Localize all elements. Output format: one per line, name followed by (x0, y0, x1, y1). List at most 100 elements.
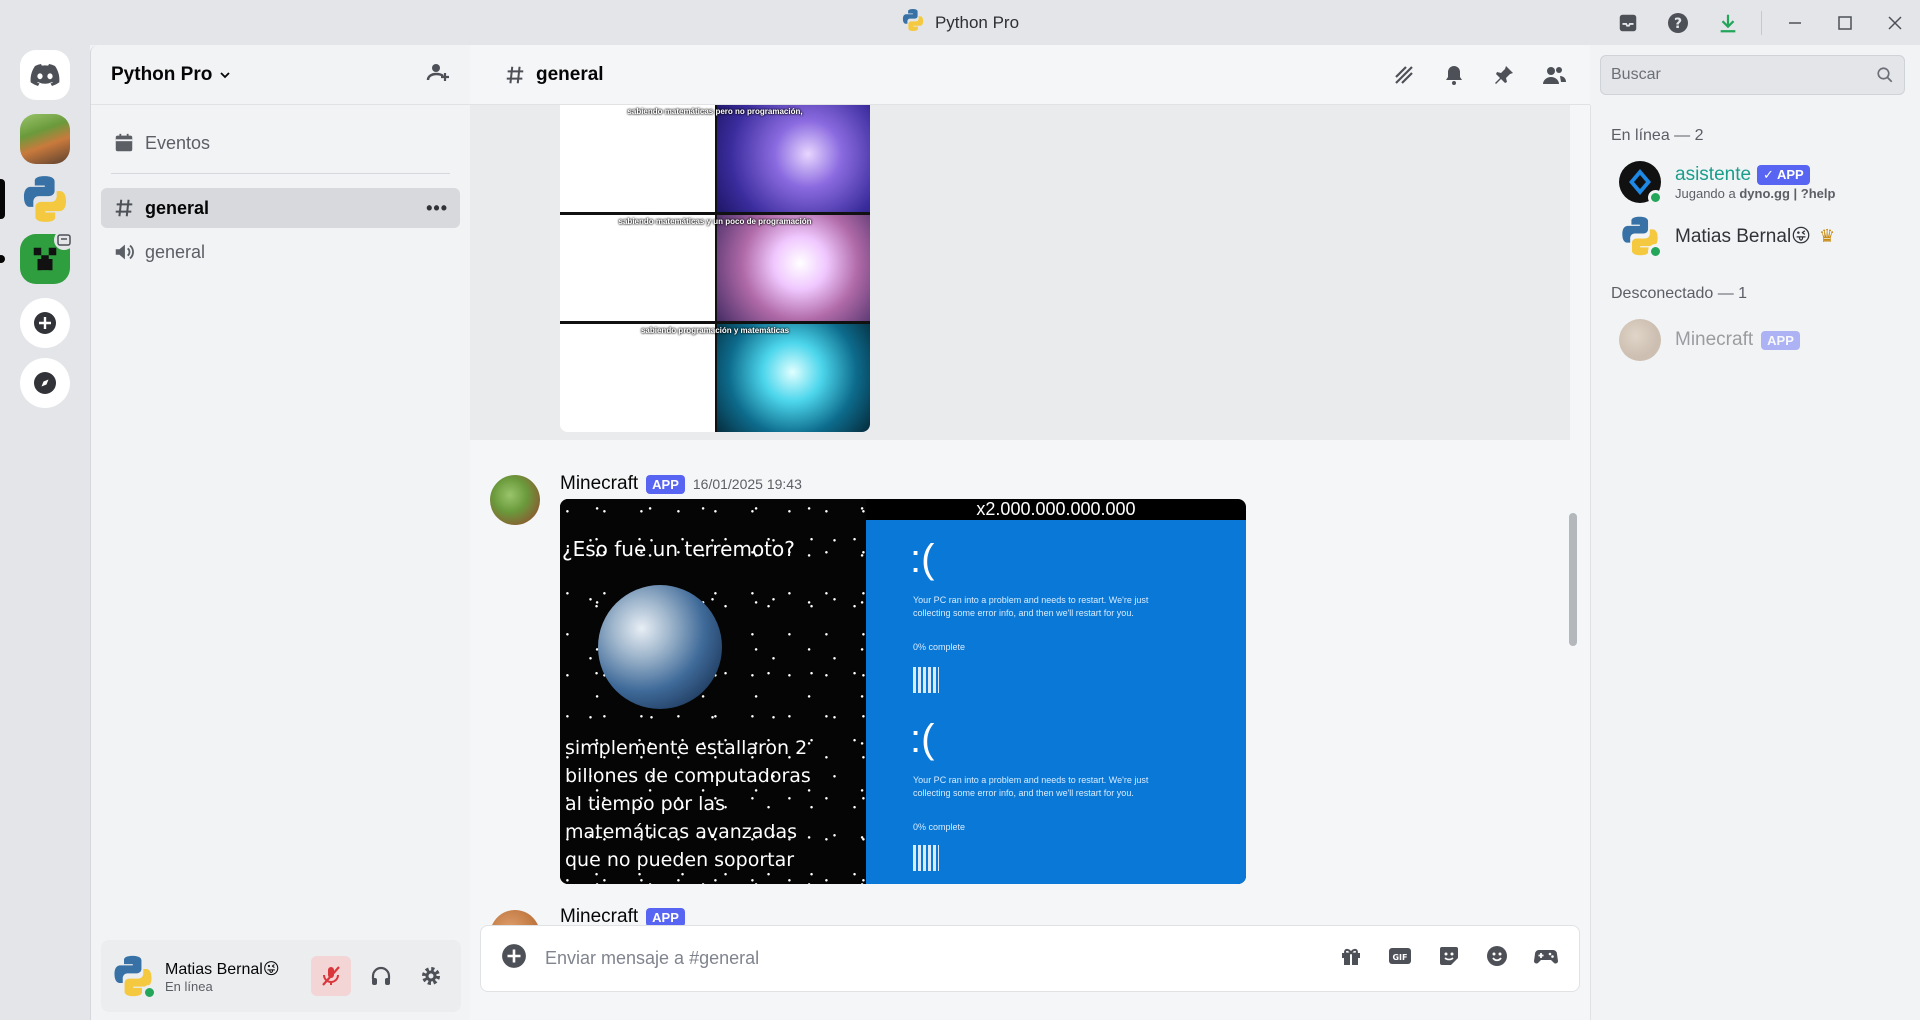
chevron-down-icon (220, 71, 230, 78)
channel-title: general (536, 63, 604, 85)
compass-icon (34, 372, 56, 394)
title-bar: Python Pro ? (0, 0, 1920, 45)
download-icon[interactable] (1703, 0, 1753, 45)
events-label: Eventos (145, 132, 211, 153)
meme-caption-line: matemáticas avanzadas (565, 821, 797, 843)
member-activity: Jugando a dyno.gg | ?help (1675, 186, 1835, 201)
help-icon[interactable]: ? (1653, 0, 1703, 45)
pin-icon[interactable] (1490, 61, 1518, 89)
app-badge: APP (646, 474, 685, 494)
search-input[interactable]: Buscar (1600, 55, 1905, 95)
search-icon (1877, 67, 1893, 83)
scrollbar[interactable] (1569, 513, 1577, 646)
message-input[interactable]: Enviar mensaje a #general (545, 948, 1339, 969)
message-timestamp: 16/01/2025 19:43 (692, 476, 802, 492)
channel-sidebar: Python Pro Eventos general ••• general M… (90, 45, 470, 1020)
avatar[interactable] (490, 475, 540, 525)
qr-code (913, 667, 939, 693)
verified-app-badge: ✓ APP (1757, 164, 1810, 185)
threads-icon[interactable] (1390, 61, 1418, 89)
maximize-icon[interactable] (1820, 0, 1870, 45)
python-logo-icon (901, 8, 925, 37)
channel-item-general-text[interactable]: general ••• (101, 188, 460, 228)
server-python-pro-icon[interactable] (0, 174, 70, 224)
window-title-text: Python Pro (934, 12, 1020, 32)
gift-icon[interactable] (1339, 944, 1363, 973)
member-list: En línea — 2 asistente ✓ APP Jugando a dy… (1590, 105, 1920, 1020)
attach-plus-icon[interactable] (501, 943, 527, 974)
app-badge-text: APP (1776, 167, 1804, 182)
inbox-icon[interactable] (1603, 0, 1653, 45)
member-name: Minecraft (1675, 329, 1754, 350)
earthquake-meme-image[interactable]: x2.000.000.000.000 ¿Eso fue un terremoto… (560, 499, 1246, 884)
bsod-message: Your PC ran into a problem and needs to … (913, 595, 1149, 618)
svg-text:GIF: GIF (1392, 953, 1407, 962)
close-icon[interactable] (1870, 0, 1920, 45)
app-badge: APP (1761, 330, 1800, 350)
discover-button[interactable] (20, 358, 70, 408)
meme-caption-block: simplemente estallaron 2 billones de com… (565, 734, 811, 874)
member-list-icon[interactable] (1540, 61, 1568, 89)
bsod-message: Your PC ran into a problem and needs to … (913, 775, 1149, 798)
chat-main: general sabiendo matemáticas pero no pro… (470, 45, 1590, 1020)
notification-bell-icon[interactable] (1440, 61, 1468, 89)
channel-item-general-voice[interactable]: general (101, 232, 460, 272)
user-name: Matias Bernal😜 (165, 960, 280, 978)
unread-server-pill (0, 255, 5, 263)
user-settings-button[interactable] (411, 956, 451, 996)
meme-caption-line: que no pueden soportar (565, 849, 795, 871)
qr-code (913, 845, 939, 871)
bsod-sad-face: :( (910, 717, 935, 761)
activity-prefix: Jugando a (1675, 185, 1740, 201)
events-link[interactable]: Eventos (101, 123, 460, 163)
deafen-button[interactable] (361, 956, 401, 996)
avatar (1619, 215, 1663, 259)
invite-people-icon[interactable] (426, 60, 450, 89)
server-rail (0, 45, 90, 1020)
message-list: sabiendo matemáticas pero no programació… (470, 105, 1580, 930)
app-badge: APP (646, 907, 685, 927)
bsod-progress: 0% complete (913, 642, 966, 652)
crown-icon: ♛ (1818, 225, 1836, 246)
avatar[interactable] (111, 954, 157, 1000)
message-author[interactable]: Minecraft (560, 473, 638, 495)
meme-question: ¿Eso fue un terremoto? (562, 537, 795, 561)
game-controller-icon[interactable] (1533, 944, 1559, 973)
meme-counter: x2.000.000.000.000 (976, 499, 1136, 519)
mute-microphone-button[interactable] (311, 956, 351, 996)
user-panel: Matias Bernal😜 En línea (101, 940, 461, 1012)
sticker-icon[interactable] (1437, 944, 1461, 973)
message-item: Minecraft APP 16/01/2025 19:43 x2.000.00… (470, 465, 1570, 885)
server-minecraft-icon[interactable] (20, 114, 70, 164)
member-item-minecraft[interactable]: Minecraft APP (1611, 313, 1900, 367)
channel-divider (111, 173, 450, 174)
member-item-matias-bernal[interactable]: Matias Bernal😜 ♛ (1611, 209, 1900, 263)
channel-header: general (470, 45, 1590, 105)
online-group-header: En línea — 2 (1611, 127, 1704, 144)
channel-name: general (145, 197, 210, 218)
previous-message: sabiendo matemáticas pero no programació… (470, 105, 1570, 440)
server-creeper-icon[interactable] (0, 230, 74, 284)
add-server-button[interactable] (20, 298, 70, 348)
more-options-icon[interactable]: ••• (426, 198, 448, 219)
brain-meme-image[interactable]: sabiendo matemáticas pero no programació… (560, 105, 870, 432)
meme-caption: sabiendo matemáticas y un poco de progra… (618, 217, 812, 226)
server-header[interactable]: Python Pro (91, 45, 470, 105)
avatar (1619, 319, 1661, 361)
server-name: Python Pro (111, 63, 213, 85)
gif-icon[interactable]: GIF (1387, 944, 1413, 973)
window-title: Python Pro (901, 8, 1019, 37)
discord-home-button[interactable] (20, 50, 70, 100)
svg-text:?: ? (1674, 16, 1682, 32)
calendar-icon (115, 133, 133, 152)
app-badge-icon (54, 230, 74, 250)
emoji-icon[interactable] (1485, 944, 1509, 973)
hashtag-icon (115, 199, 133, 217)
member-item-asistente[interactable]: asistente ✓ APP Jugando a dyno.gg | ?help (1611, 155, 1900, 209)
search-placeholder: Buscar (1611, 66, 1661, 83)
gear-icon (422, 967, 440, 985)
member-name: asistente (1675, 163, 1752, 185)
minimize-icon[interactable] (1770, 0, 1820, 45)
bsod-progress: 0% complete (913, 822, 966, 832)
online-status-dot (1648, 244, 1663, 259)
